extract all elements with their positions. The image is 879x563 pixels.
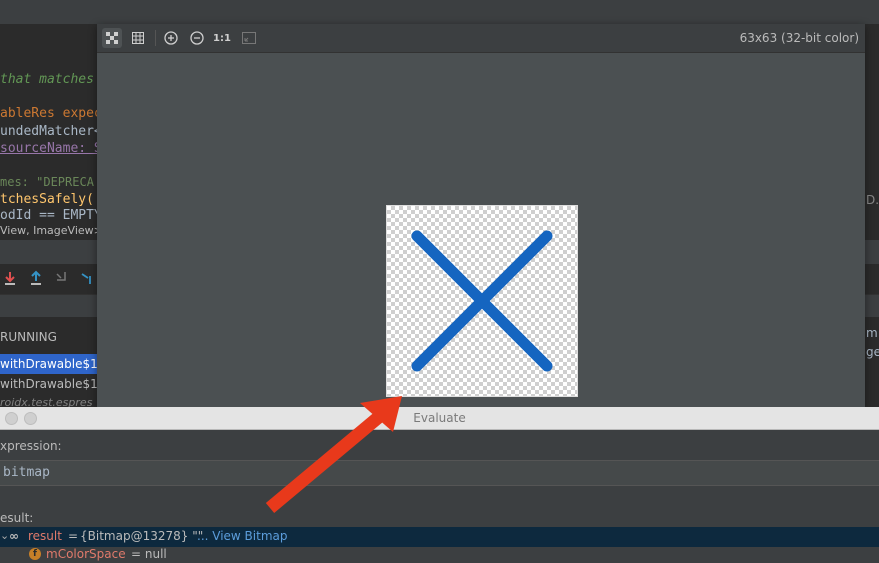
annotation-arrow <box>265 396 402 513</box>
red-arrow-icon <box>265 396 402 513</box>
